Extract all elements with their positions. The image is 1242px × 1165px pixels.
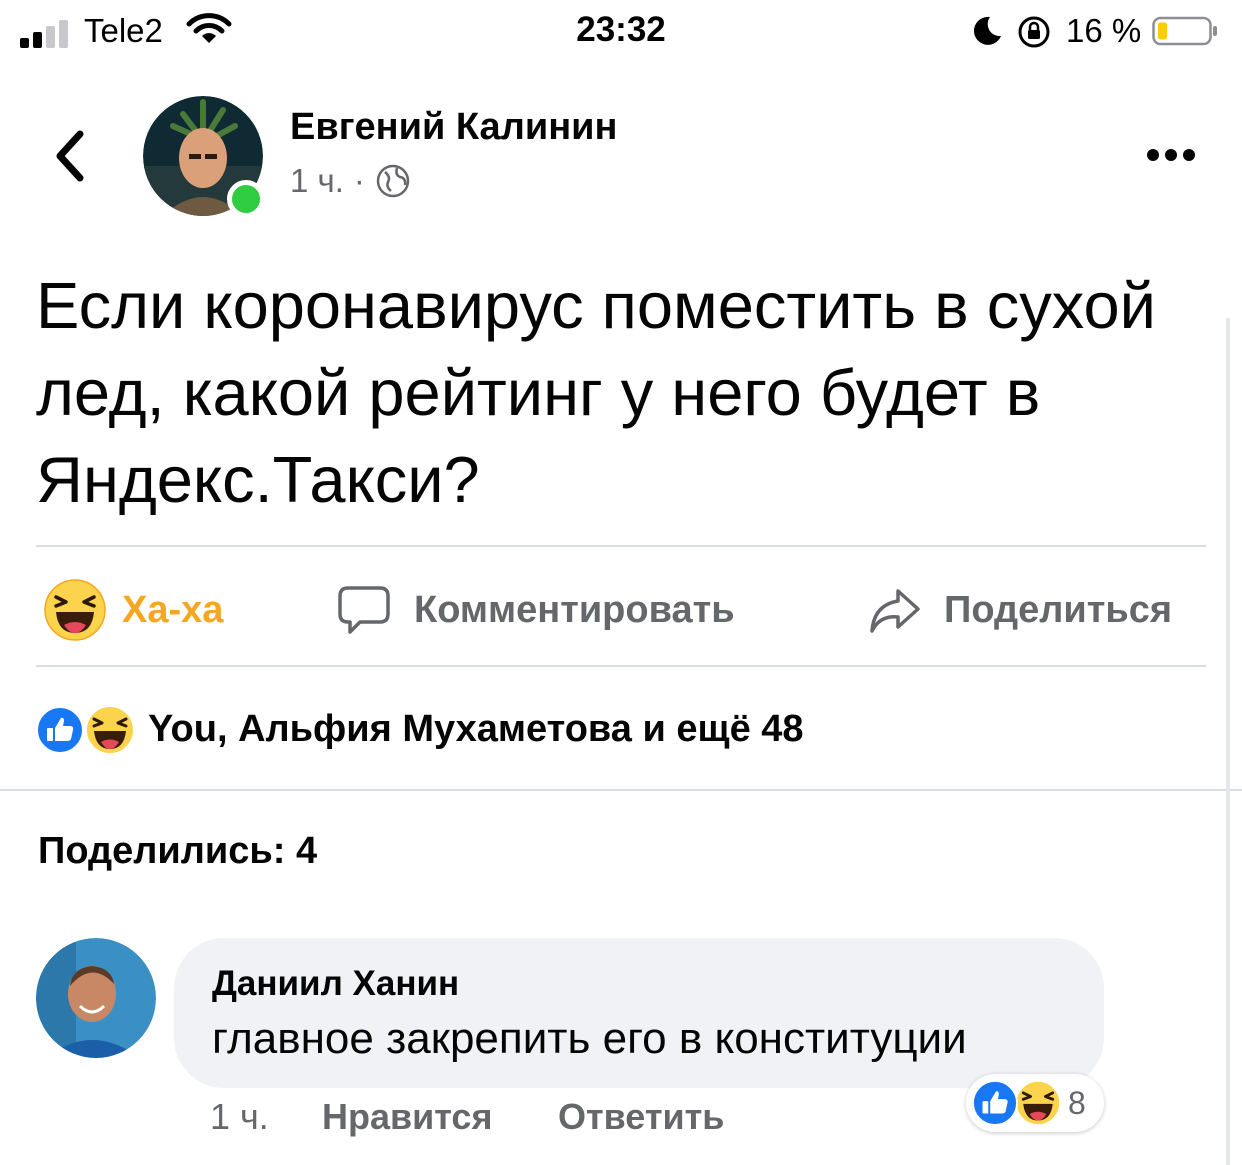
globe-icon [376,164,410,198]
commenter-avatar[interactable] [36,938,156,1058]
like-reaction-icon [36,706,84,754]
share-arrow-icon [870,589,920,633]
meta-separator: · [353,162,365,199]
like-reaction-icon [972,1080,1018,1126]
author-avatar[interactable] [143,96,265,218]
comment-like-button[interactable]: Нравится [322,1096,492,1138]
share-button[interactable]: Поделиться [868,580,1172,640]
post-time[interactable]: 1 ч. [290,162,344,200]
back-chevron-icon[interactable] [50,128,90,184]
status-time: 23:32 [576,10,666,49]
comment-reaction-count: 8 [1068,1084,1086,1121]
haha-reaction-button[interactable]: Ха-ха [44,579,224,641]
haha-label: Ха-ха [122,588,224,631]
shares-count[interactable]: Поделились: 4 [38,830,317,873]
haha-reaction-icon [1014,1079,1062,1127]
status-bar: Tele2 23:32 16 % [0,0,1242,66]
comment-button[interactable]: Комментировать [336,580,735,640]
rotation-lock-icon [1018,16,1050,48]
haha-emoji-icon [44,579,106,641]
comment-bubble-icon [338,586,390,634]
comment-reactions-badge[interactable]: 8 [966,1074,1104,1132]
comment-text: главное закрепить его в конституции [212,1014,967,1063]
battery-percentage: 16 % [1066,12,1142,49]
reactions-summary[interactable]: You, Альфия Мухаметова и ещё 48 [36,703,804,755]
author-name[interactable]: Евгений Калинин [290,106,617,149]
online-status-dot [227,180,265,218]
share-label: Поделиться [944,588,1173,631]
more-options-icon[interactable] [1146,146,1196,164]
divider [0,789,1242,791]
comment-label: Комментировать [414,588,735,631]
divider [36,665,1206,667]
comment-reply-button[interactable]: Ответить [558,1096,724,1138]
battery-icon [1152,16,1217,46]
do-not-disturb-moon-icon [973,16,1001,45]
scrollbar[interactable] [1226,318,1230,1165]
haha-reaction-icon [85,705,135,755]
divider [36,545,1206,547]
comment-bubble[interactable] [174,938,1104,1088]
post-meta: 1 ч. · [290,162,411,200]
comment-time: 1 ч. [210,1096,269,1137]
reactions-text: You, Альфия Мухаметова и ещё 48 [148,707,804,750]
comment-author[interactable]: Даниил Ханин [212,964,459,1004]
post-text: Если коронавирус поместить в сухой лед, … [36,269,1156,516]
reaction-icons [36,704,136,755]
